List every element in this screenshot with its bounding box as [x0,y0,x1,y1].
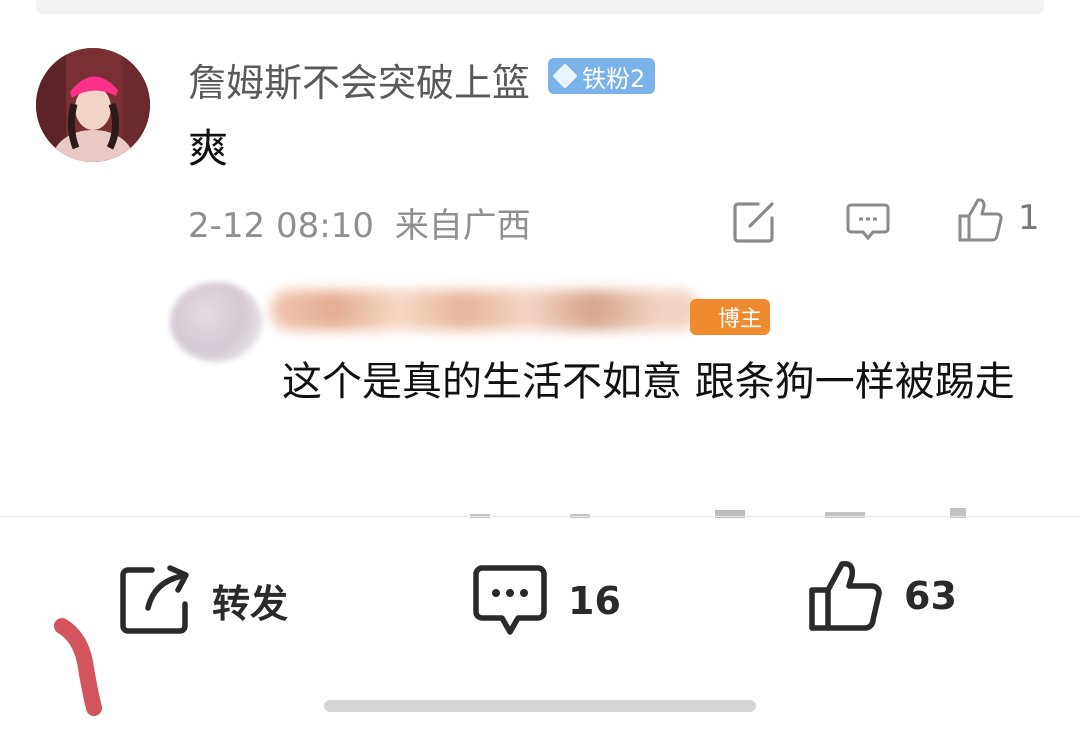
fan-badge-label: 铁粉2 [582,64,646,93]
like-button[interactable]: 63 [808,558,957,634]
reply-username-redacted [270,290,700,330]
divider [0,516,1080,517]
thumbs-up-icon [809,561,882,631]
avatar[interactable] [36,48,150,162]
home-indicator[interactable] [324,700,756,712]
comment-detail-page: { "comment": { "username": "詹姆斯不会突破上篮", … [0,0,1080,733]
share-icon [120,565,189,634]
repost-button[interactable]: 转发 [118,564,288,636]
reply-text: 这个是真的生活不如意 跟条狗一样被踢走 [282,359,1015,405]
comment-meta: 2-12 08:10 来自广西 [188,198,531,247]
comment-icon[interactable] [846,202,890,242]
previous-item-edge [36,0,1044,14]
comment-like-count: 1 [1018,198,1040,238]
username[interactable]: 詹姆斯不会突破上篮 [188,52,530,107]
annotation-mark [54,618,102,716]
comment-location: 来自广西 [394,206,531,246]
repost-label: 转发 [212,581,289,626]
comment-button[interactable]: 16 [472,564,621,638]
like-count: 63 [904,574,957,618]
thumbs-up-icon[interactable] [956,196,1004,244]
reply-avatar[interactable] [170,282,262,362]
fan-badge[interactable]: 铁粉2 [548,58,656,94]
edit-icon[interactable] [732,200,776,244]
comment-icon [473,565,547,635]
author-badge: 博主 [690,299,770,335]
comment-timestamp: 2-12 08:10 [188,206,374,246]
comment-text: 爽 [188,126,228,172]
diamond-icon [552,63,578,89]
comment-count: 16 [568,579,621,623]
avatar-photo [36,48,150,162]
